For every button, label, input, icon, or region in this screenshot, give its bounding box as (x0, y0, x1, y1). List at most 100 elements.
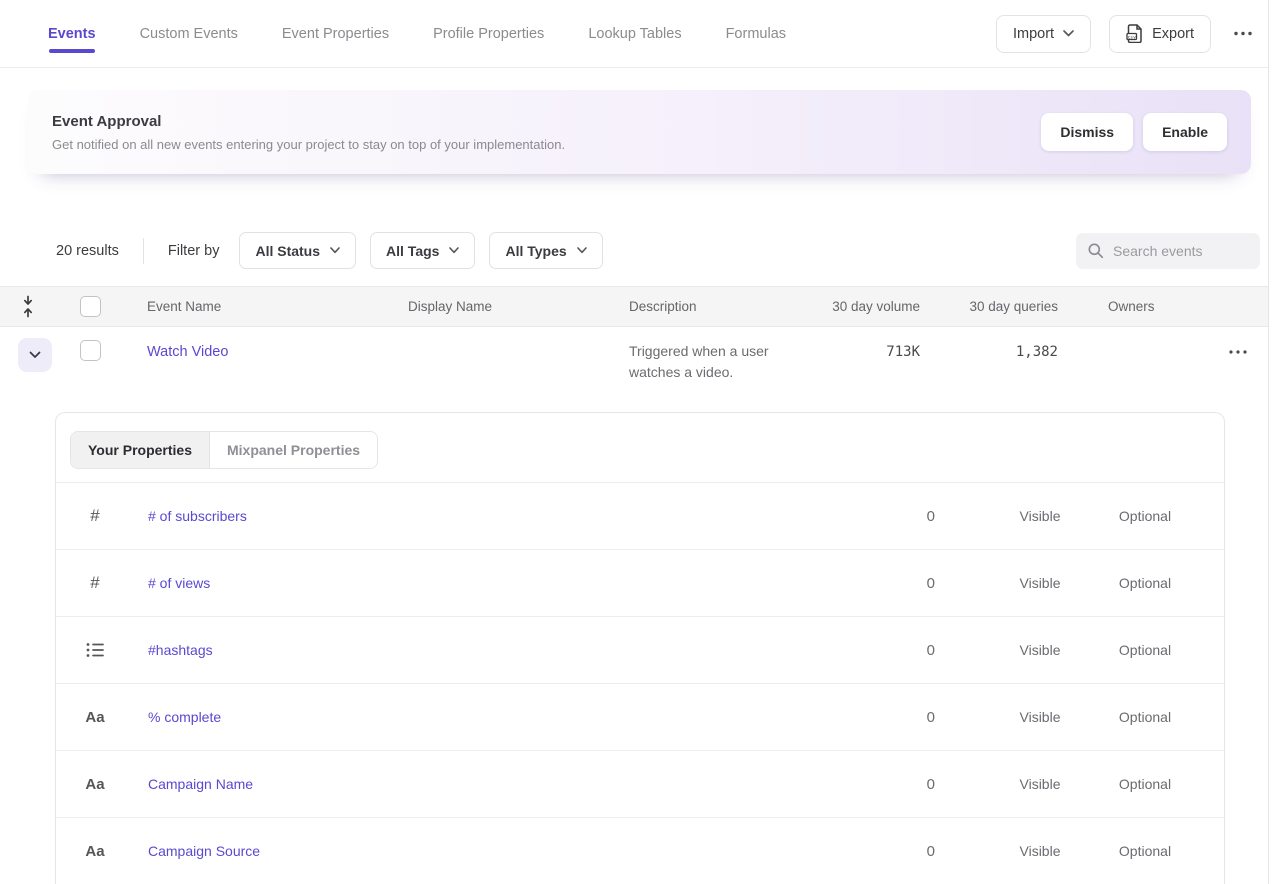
list-type-icon (83, 642, 107, 658)
export-button-label: Export (1152, 26, 1194, 42)
collapse-all-button[interactable] (17, 291, 39, 322)
number-type-icon: # (83, 573, 107, 593)
property-volume: 0 (855, 776, 990, 793)
more-options-button[interactable] (1229, 27, 1257, 40)
table-header: Event Name Display Name Description 30 d… (0, 286, 1279, 327)
property-volume: 0 (855, 642, 990, 659)
types-filter-label: All Types (505, 243, 566, 259)
csv-file-icon: csv (1126, 24, 1143, 43)
nav-tabs: Events Custom Events Event Properties Pr… (48, 0, 786, 67)
text-type-glyph: Aa (85, 843, 104, 860)
property-visibility: Visible (990, 709, 1090, 725)
column-header-owners[interactable]: Owners (1058, 299, 1196, 314)
import-button[interactable]: Import (996, 15, 1091, 53)
divider (143, 238, 144, 264)
table-row: Watch Video Triggered when a user watche… (0, 327, 1279, 412)
chevron-down-icon (29, 351, 41, 359)
event-approval-banner: Event Approval Get notified on all new e… (28, 90, 1251, 174)
text-type-glyph: Aa (85, 776, 104, 793)
tab-lookup-tables[interactable]: Lookup Tables (588, 0, 681, 67)
column-header-display-name[interactable]: Display Name (408, 299, 629, 314)
tags-filter-label: All Tags (386, 243, 439, 259)
banner-title: Event Approval (52, 113, 565, 130)
tab-events-label: Events (48, 26, 96, 42)
property-volume: 0 (855, 575, 990, 592)
event-name-link[interactable]: Watch Video (147, 344, 228, 360)
property-requirement: Optional (1090, 642, 1200, 658)
property-name-link[interactable]: # of views (148, 575, 855, 591)
nav-actions: Import csv Export (996, 15, 1257, 53)
dismiss-button[interactable]: Dismiss (1041, 113, 1133, 151)
text-type-icon: Aa (83, 709, 107, 726)
enable-button[interactable]: Enable (1143, 113, 1227, 151)
property-row: Aa Campaign Name 0 Visible Optional (56, 751, 1224, 818)
properties-list: # # of subscribers 0 Visible Optional # … (56, 483, 1224, 884)
collapse-row-button[interactable] (18, 338, 52, 372)
tags-filter-dropdown[interactable]: All Tags (370, 232, 475, 269)
tab-mixpanel-properties[interactable]: Mixpanel Properties (210, 432, 377, 468)
column-header-30-day-queries[interactable]: 30 day queries (920, 299, 1058, 314)
column-header-event-name[interactable]: Event Name (147, 299, 408, 314)
status-filter-label: All Status (255, 243, 320, 259)
property-requirement: Optional (1090, 776, 1200, 792)
property-visibility: Visible (990, 508, 1090, 524)
filter-by-label: Filter by (168, 243, 220, 259)
tab-formulas[interactable]: Formulas (726, 0, 786, 67)
text-type-glyph: Aa (85, 709, 104, 726)
column-header-description[interactable]: Description (629, 299, 820, 314)
property-visibility: Visible (990, 575, 1090, 591)
property-name-link[interactable]: Campaign Source (148, 843, 855, 859)
properties-segmented-control: Your Properties Mixpanel Properties (70, 431, 378, 469)
banner-text: Event Approval Get notified on all new e… (52, 113, 565, 152)
svg-text:csv: csv (1128, 35, 1137, 40)
scrollbar-track[interactable] (1268, 0, 1279, 884)
property-requirement: Optional (1090, 508, 1200, 524)
property-row: # # of views 0 Visible Optional (56, 550, 1224, 617)
properties-tab-bar: Your Properties Mixpanel Properties (56, 413, 1224, 483)
search-icon (1087, 242, 1104, 259)
property-row: Aa % complete 0 Visible Optional (56, 684, 1224, 751)
more-dots-icon (1229, 350, 1247, 354)
status-filter-dropdown[interactable]: All Status (239, 232, 356, 269)
import-button-label: Import (1013, 26, 1054, 42)
property-requirement: Optional (1090, 575, 1200, 591)
banner-actions: Dismiss Enable (1041, 113, 1227, 151)
property-volume: 0 (855, 709, 990, 726)
row-checkbox[interactable] (80, 340, 101, 361)
property-visibility: Visible (990, 776, 1090, 792)
tab-custom-events[interactable]: Custom Events (140, 0, 238, 67)
results-count: 20 results (56, 243, 119, 259)
tab-profile-properties[interactable]: Profile Properties (433, 0, 544, 67)
types-filter-dropdown[interactable]: All Types (489, 232, 602, 269)
property-row: Aa Campaign Source 0 Visible Optional (56, 818, 1224, 884)
number-type-glyph: # (90, 506, 99, 526)
property-name-link[interactable]: #hashtags (148, 642, 855, 658)
tab-event-properties[interactable]: Event Properties (282, 0, 389, 67)
tab-profile-properties-label: Profile Properties (433, 26, 544, 42)
chevron-down-icon (449, 247, 459, 254)
select-all-checkbox[interactable] (80, 296, 101, 317)
property-requirement: Optional (1090, 843, 1200, 859)
export-button[interactable]: csv Export (1109, 15, 1211, 53)
search-input[interactable] (1113, 243, 1249, 259)
event-30-day-volume: 713K (820, 344, 920, 360)
search-box[interactable] (1076, 233, 1260, 269)
column-header-30-day-volume[interactable]: 30 day volume (820, 299, 920, 314)
number-type-icon: # (83, 506, 107, 526)
filter-bar: 20 results Filter by All Status All Tags… (56, 232, 1260, 269)
row-more-options-button[interactable] (1225, 346, 1251, 358)
property-name-link[interactable]: % complete (148, 709, 855, 725)
property-requirement: Optional (1090, 709, 1200, 725)
event-description: Triggered when a user watches a video. (629, 341, 797, 383)
tab-your-properties[interactable]: Your Properties (71, 432, 210, 468)
chevron-down-icon (330, 247, 340, 254)
property-name-link[interactable]: Campaign Name (148, 776, 855, 792)
property-visibility: Visible (990, 843, 1090, 859)
property-visibility: Visible (990, 642, 1090, 658)
banner-subtitle: Get notified on all new events entering … (52, 137, 565, 152)
property-name-link[interactable]: # of subscribers (148, 508, 855, 524)
collapse-vertical-icon (21, 295, 35, 318)
tab-events[interactable]: Events (48, 0, 96, 67)
tab-formulas-label: Formulas (726, 26, 786, 42)
event-properties-panel: Your Properties Mixpanel Properties # # … (55, 412, 1225, 884)
